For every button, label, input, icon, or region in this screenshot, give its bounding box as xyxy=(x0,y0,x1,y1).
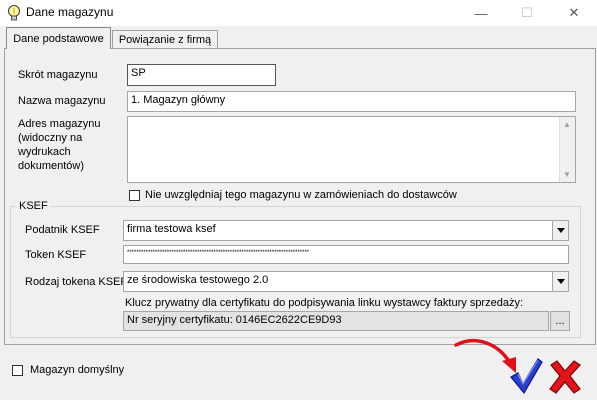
close-button[interactable]: ✕ xyxy=(551,0,597,26)
minimize-button[interactable]: — xyxy=(458,0,504,26)
address-label-line: dokumentów) xyxy=(18,160,85,172)
address-label: Adres magazynu (widoczny na wydrukach do… xyxy=(18,117,101,173)
taxpayer-value: firma testowa ksef xyxy=(127,223,216,235)
token-label: Token KSEF xyxy=(25,249,87,261)
cancel-button[interactable] xyxy=(547,359,583,395)
address-textarea[interactable]: ▲ ▼ xyxy=(127,116,576,183)
short-name-label: Skrót magazynu xyxy=(18,69,98,81)
scroll-down-icon[interactable]: ▼ xyxy=(563,170,571,179)
browse-label: ... xyxy=(555,315,565,327)
cert-serial-field: Nr seryjny certyfikatu: 0146EC2622CE9D93 xyxy=(123,311,549,331)
address-scrollbar[interactable]: ▲ ▼ xyxy=(559,117,575,182)
token-type-value: ze środowiska testowego 2.0 xyxy=(127,274,269,286)
ksef-group-title: KSEF xyxy=(17,200,50,212)
chevron-down-icon[interactable] xyxy=(552,272,568,291)
title-bar: Dane magazynu — ☐ ✕ xyxy=(0,0,597,26)
tab-powiazanie-z-firma[interactable]: Powiązanie z firmą xyxy=(112,30,218,48)
lightbulb-icon xyxy=(6,4,22,22)
short-name-input[interactable]: SP xyxy=(127,64,276,86)
address-label-line: (widoczny na xyxy=(18,132,83,144)
default-warehouse-label: Magazyn domyślny xyxy=(30,364,125,376)
browse-cert-button[interactable]: ... xyxy=(550,311,570,331)
chevron-down-icon[interactable] xyxy=(552,221,568,240)
token-input[interactable]: ****************************************… xyxy=(123,245,569,264)
private-key-label: Klucz prywatny dla certyfikatu do podpis… xyxy=(125,297,524,309)
token-type-select[interactable]: ze środowiska testowego 2.0 xyxy=(123,271,569,292)
address-label-line: wydrukach xyxy=(18,146,71,158)
ok-button[interactable] xyxy=(508,357,544,395)
scroll-up-icon[interactable]: ▲ xyxy=(563,120,571,129)
token-type-label: Rodzaj tokena KSEF xyxy=(25,276,128,288)
taxpayer-label: Podatnik KSEF xyxy=(25,224,100,236)
warehouse-name-label: Nazwa magazynu xyxy=(18,95,106,107)
maximize-button[interactable]: ☐ xyxy=(504,0,550,26)
warehouse-name-input[interactable]: 1. Magazyn główny xyxy=(127,91,576,112)
taxpayer-select[interactable]: firma testowa ksef xyxy=(123,220,569,241)
window-title: Dane magazynu xyxy=(26,5,114,19)
checkmark-icon xyxy=(510,358,543,395)
address-label-line: Adres magazynu xyxy=(18,118,101,130)
tab-label: Dane podstawowe xyxy=(13,32,104,45)
exclude-from-orders-checkbox[interactable] xyxy=(129,190,140,201)
default-warehouse-checkbox[interactable] xyxy=(12,365,23,376)
exclude-from-orders-label: Nie uwzględniaj tego magazynu w zamówien… xyxy=(145,189,457,201)
tab-dane-podstawowe[interactable]: Dane podstawowe xyxy=(6,27,111,49)
tab-label: Powiązanie z firmą xyxy=(118,33,212,46)
red-x-icon xyxy=(549,360,581,394)
